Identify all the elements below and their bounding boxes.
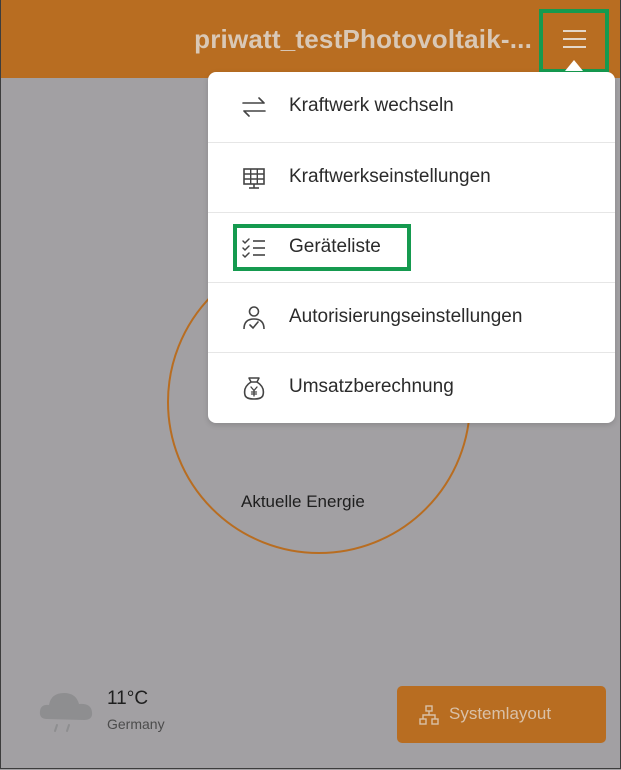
menu-item-switch-plant[interactable]: Kraftwerk wechseln — [208, 72, 615, 142]
menu-item-label: Kraftwerk wechseln — [289, 95, 454, 116]
dropdown-caret — [565, 60, 583, 71]
menu-item-revenue-calculation[interactable]: Umsatzberechnung — [208, 352, 615, 423]
hierarchy-icon — [419, 705, 439, 725]
menu-item-plant-settings[interactable]: Kraftwerkseinstellungen — [208, 142, 615, 213]
menu-item-label: Autorisierungseinstellungen — [289, 306, 523, 327]
app-header: priwatt_testPhotovoltaik-... — [1, 0, 620, 78]
menu-item-label: Umsatzberechnung — [289, 376, 454, 397]
plant-title: priwatt_testPhotovoltaik-... — [194, 24, 532, 54]
rain-cloud-icon — [39, 693, 93, 732]
money-bag-icon — [243, 377, 265, 400]
menu-item-label: Kraftwerkseinstellungen — [289, 166, 491, 187]
highlight-box — [233, 224, 411, 271]
user-authorization-icon — [243, 306, 265, 330]
system-layout-button[interactable]: Systemlayout — [397, 686, 606, 743]
menu-item-authorization-settings[interactable]: Autorisierungseinstellungen — [208, 282, 615, 353]
current-energy-label: Aktuelle Energie — [241, 492, 365, 511]
weather-location: Germany — [107, 716, 165, 732]
switch-arrows-icon — [242, 97, 266, 117]
system-layout-label: Systemlayout — [449, 704, 552, 723]
weather-temperature: 11°C — [107, 688, 149, 709]
solar-panel-icon — [243, 168, 265, 189]
app-screen: priwatt_testPhotovoltaik-... Aktuelle En… — [0, 0, 621, 769]
